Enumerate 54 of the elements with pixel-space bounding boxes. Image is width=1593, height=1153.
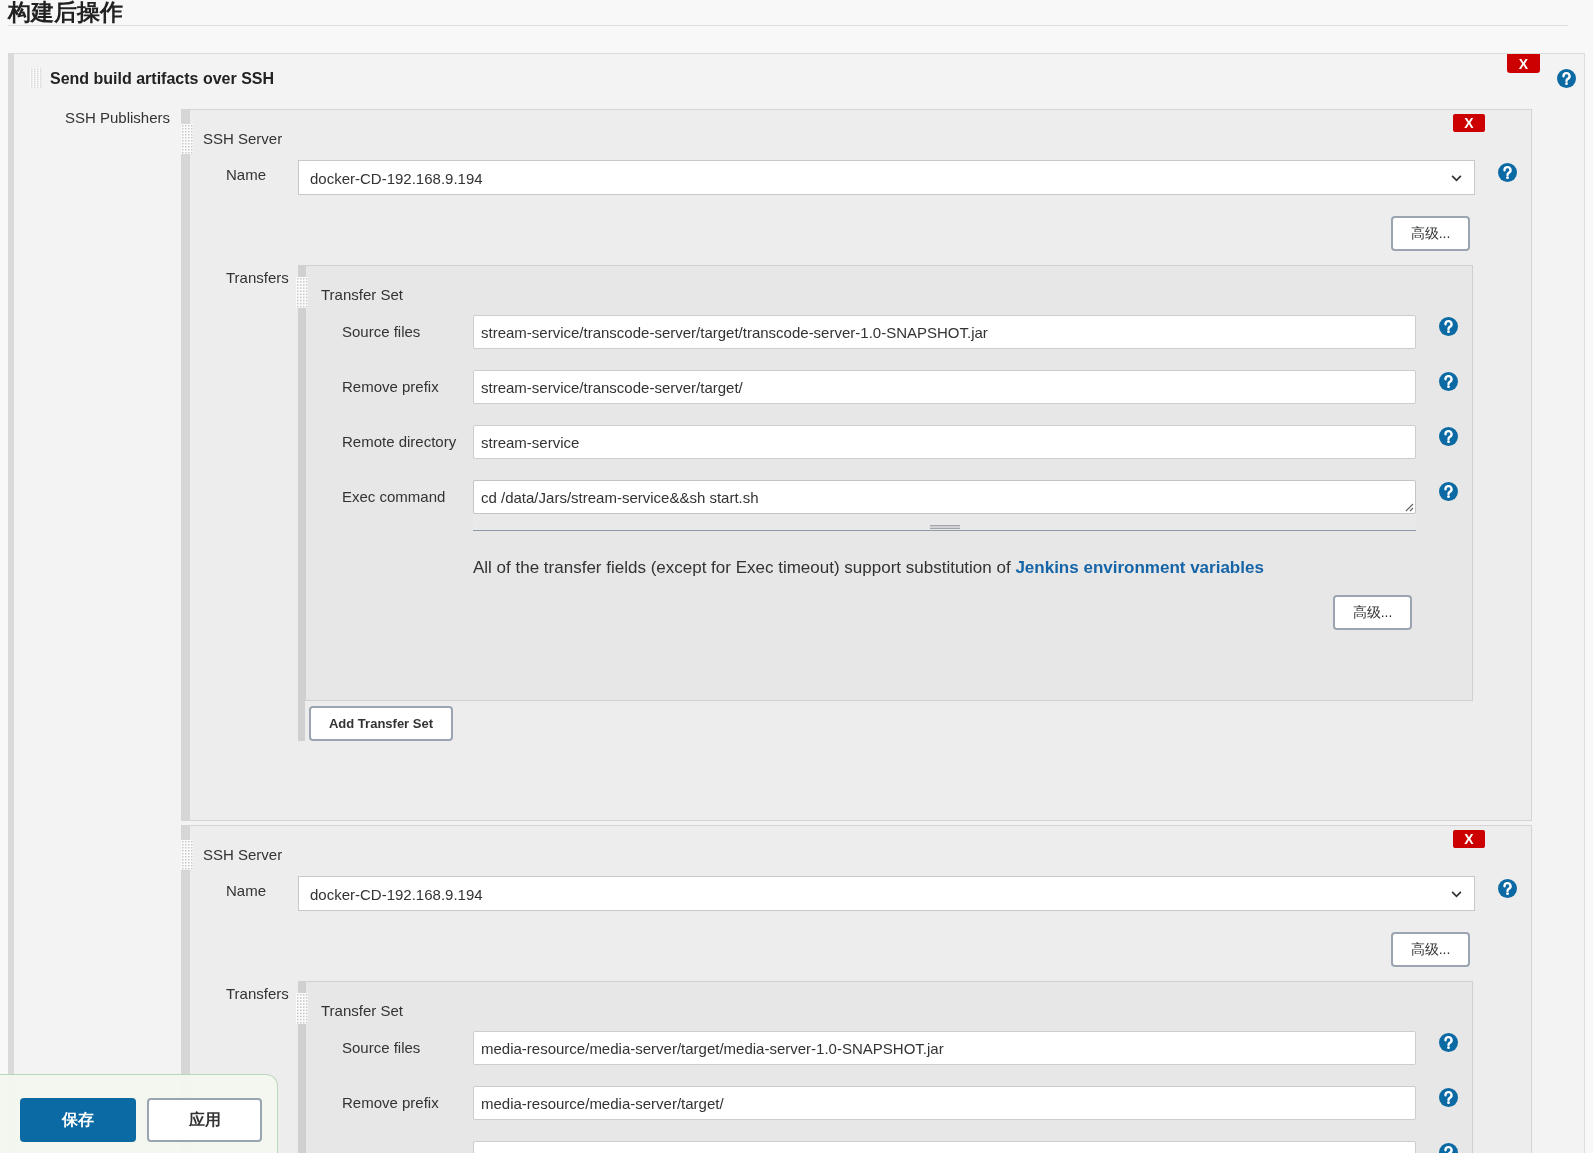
advanced-button[interactable]: 高级...	[1391, 216, 1470, 251]
chevron-down-icon	[1451, 175, 1462, 182]
command-textarea[interactable]: cd /data/Jars/stream-service&&sh start.sh	[473, 480, 1416, 514]
text-field[interactable]: stream-service	[473, 425, 1416, 459]
server-title: SSH Server	[203, 130, 283, 148]
field-label: Transfers	[226, 985, 290, 1003]
env-variables-link[interactable]: Jenkins environment variables	[1015, 558, 1264, 577]
grip-icon[interactable]	[181, 124, 193, 154]
field-label: Name	[226, 166, 267, 184]
field-label: Name	[226, 882, 267, 900]
field-label: Remove prefix	[342, 378, 440, 396]
help-icon[interactable]	[1439, 372, 1458, 391]
grip-icon[interactable]	[30, 68, 42, 88]
advanced-button[interactable]: 高级...	[1333, 595, 1412, 630]
text-field[interactable]: stream-service/transcode-server/target/transcode-server-1.0-SNAPSHOT.jar	[473, 315, 1416, 349]
help-icon[interactable]	[1439, 427, 1458, 446]
advanced-button[interactable]: 高级...	[1391, 932, 1470, 967]
transfer-set-title: Transfer Set	[321, 1002, 403, 1020]
text-field[interactable]: media-resource/media-server/target/media-server-1.0-SNAPSHOT.jar	[473, 1031, 1416, 1065]
help-icon[interactable]	[1498, 163, 1517, 182]
help-icon[interactable]	[1439, 482, 1458, 501]
text-field[interactable]: media-resource/media-server/target/	[473, 1086, 1416, 1120]
delete-button[interactable]: X	[1453, 114, 1485, 132]
text-field[interactable]: stream-service/transcode-server/target/	[473, 370, 1416, 404]
grip-icon[interactable]	[296, 277, 308, 308]
field-label: SSH Publishers	[65, 109, 171, 127]
help-icon[interactable]	[1439, 1088, 1458, 1107]
transfer-set-title: Transfer Set	[321, 286, 403, 304]
grip-icon[interactable]	[296, 993, 308, 1024]
help-icon[interactable]	[1439, 317, 1458, 336]
help-icon[interactable]	[1498, 879, 1517, 898]
grip-icon[interactable]	[181, 840, 193, 870]
field-label: Remove prefix	[342, 1094, 440, 1112]
field-label: Transfers	[226, 269, 290, 287]
save-button[interactable]: 保存	[20, 1098, 136, 1142]
apply-button[interactable]: 应用	[147, 1098, 262, 1142]
server-select[interactable]: docker-CD-192.168.9.194	[298, 160, 1475, 195]
help-note: All of the transfer fields (except for Exec timeout) support substitution of Jenkins environment variables	[473, 557, 1264, 579]
field-label: Remote directory	[342, 433, 458, 451]
add-transfer-set-button[interactable]: Add Transfer Set	[309, 706, 453, 741]
help-icon[interactable]	[1557, 69, 1576, 88]
publisher-title: Send build artifacts over SSH	[50, 69, 275, 89]
server-title: SSH Server	[203, 846, 283, 864]
delete-button[interactable]: X	[1507, 54, 1540, 73]
section-title: 构建后操作	[8, 0, 1568, 26]
delete-button[interactable]: X	[1453, 830, 1485, 848]
field-label: Source files	[342, 323, 422, 341]
field-label: Exec command	[342, 488, 447, 506]
resize-grip-icon[interactable]	[1404, 502, 1414, 512]
field-label: Source files	[342, 1039, 422, 1057]
grip-lines-icon[interactable]	[929, 525, 960, 529]
server-select[interactable]: docker-CD-192.168.9.194	[298, 876, 1475, 911]
help-icon[interactable]	[1439, 1033, 1458, 1052]
chevron-down-icon	[1451, 891, 1462, 898]
